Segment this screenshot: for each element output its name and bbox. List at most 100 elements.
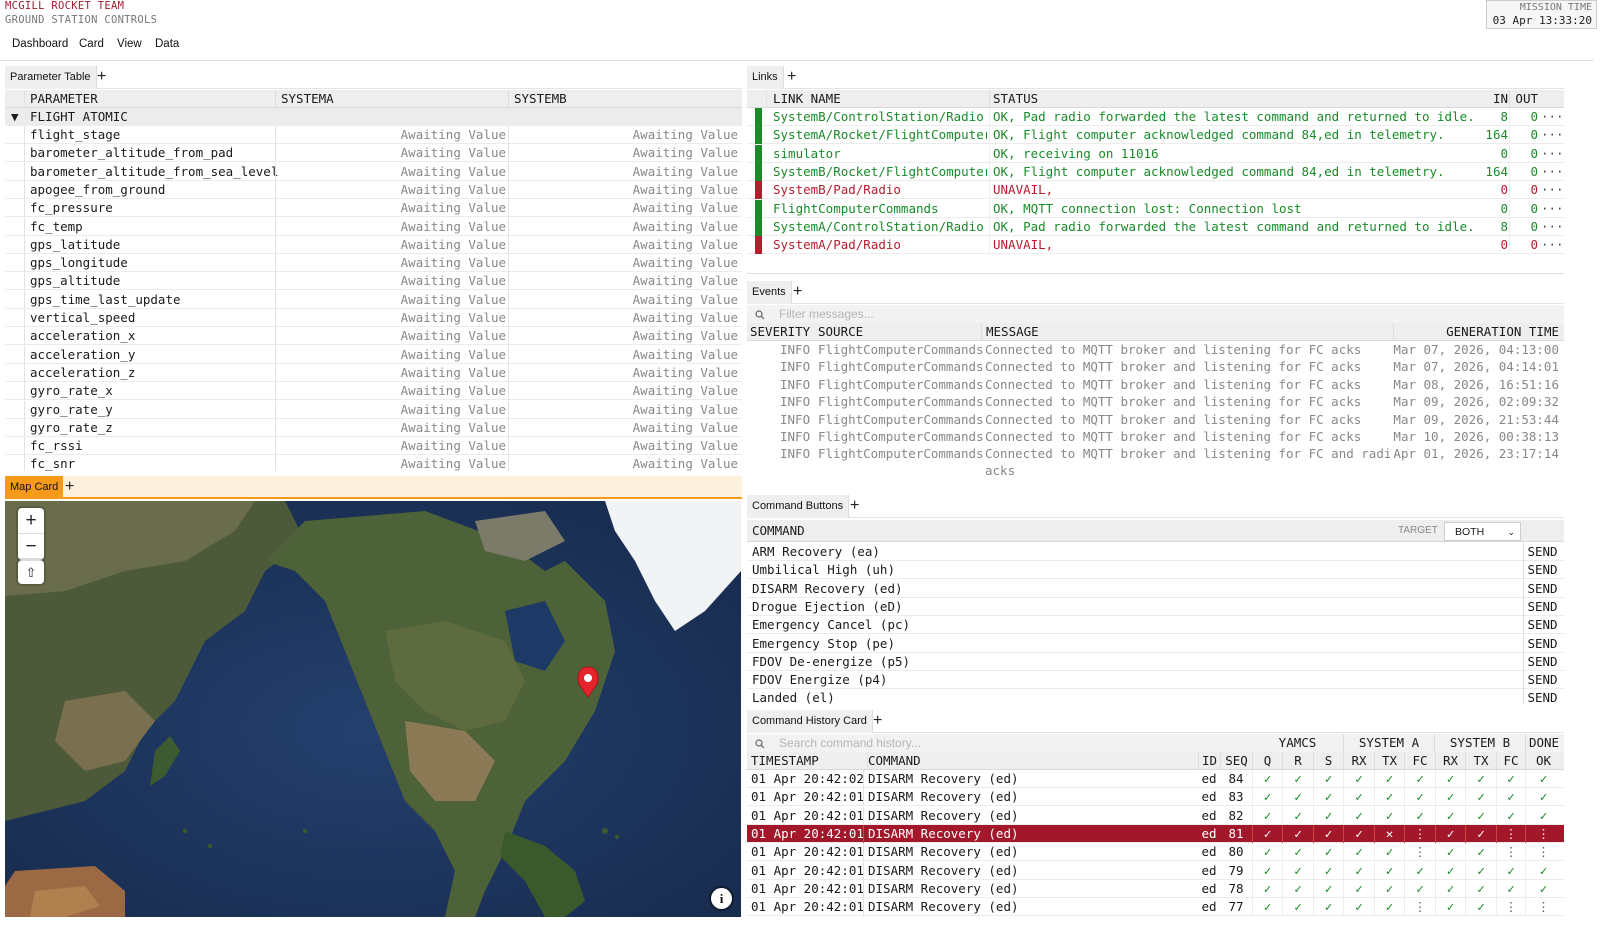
send-button[interactable]: SEND xyxy=(1523,652,1561,671)
table-row[interactable]: 01 Apr 20:42:01 DISARM Recovery (ed) ed 77 ✓… xyxy=(747,898,1564,917)
event-severity: INFO xyxy=(780,342,811,357)
table-row[interactable]: INFO FlightComputerCommands Connected to M… xyxy=(747,428,1564,445)
tab-command-history[interactable]: Command History Card xyxy=(747,710,873,733)
history-search-input[interactable]: Search command history... xyxy=(779,734,921,753)
table-row[interactable]: SystemB/Rocket/FlightComputer OK, Flight … xyxy=(747,162,1564,181)
search-icon xyxy=(755,310,765,320)
more-icon[interactable]: ··· xyxy=(1541,181,1561,199)
check-icon: ✓ xyxy=(1252,824,1282,843)
more-icon[interactable]: ··· xyxy=(1541,200,1561,218)
menu-view[interactable]: View xyxy=(117,38,142,50)
send-button[interactable]: SEND xyxy=(1523,561,1561,580)
table-row[interactable]: fc_temp Awaiting Value Awaiting Value xyxy=(5,217,742,236)
event-severity: INFO xyxy=(780,394,811,410)
table-row[interactable]: INFO FlightComputerCommands Connected to M… xyxy=(747,376,1564,393)
table-row[interactable]: gyro_rate_x Awaiting Value Awaiting Value xyxy=(5,382,742,401)
table-row[interactable]: acceleration_z Awaiting Value Awaiting Val… xyxy=(5,363,742,382)
table-row[interactable]: SystemA/Rocket/FlightComputer OK, Flight … xyxy=(747,126,1564,145)
more-icon[interactable]: ··· xyxy=(1541,236,1561,254)
menu-card[interactable]: Card xyxy=(79,38,104,50)
table-row[interactable]: SystemA/Pad/RadioUNAVAIL,00··· xyxy=(747,236,1564,255)
send-button[interactable]: SEND xyxy=(1523,543,1561,561)
collapse-arrow-icon[interactable]: ▼ xyxy=(11,108,19,126)
table-row[interactable]: fc_snr Awaiting Value Awaiting Value xyxy=(5,455,742,471)
table-row[interactable]: 01 Apr 20:42:01 DISARM Recovery (ed) ed 80 ✓… xyxy=(747,843,1564,862)
zoom-in-button[interactable]: + xyxy=(18,508,44,534)
table-row[interactable]: flight_stage Awaiting Value Awaiting Value xyxy=(5,126,742,144)
table-row[interactable]: fc_rssi Awaiting Value Awaiting Value xyxy=(5,437,742,456)
group-row[interactable]: ▼ FLIGHT ATOMIC xyxy=(5,108,742,126)
menu-dashboard[interactable]: Dashboard xyxy=(12,38,68,50)
events-filter[interactable]: Filter messages... xyxy=(747,305,1564,324)
send-button[interactable]: SEND xyxy=(1523,597,1561,616)
table-row[interactable]: gps_altitude Awaiting Value Awaiting Value xyxy=(5,272,742,291)
table-row[interactable]: SystemA/ControlStation/Radio OK, Pad radi… xyxy=(747,217,1564,236)
table-row[interactable]: INFO FlightComputerCommands Connected to M… xyxy=(747,358,1564,375)
zoom-out-button[interactable]: − xyxy=(18,534,44,560)
table-row[interactable]: gps_time_last_update Awaiting Value Awaiti… xyxy=(5,290,742,309)
more-icon[interactable]: ··· xyxy=(1541,163,1561,181)
tab-links[interactable]: Links xyxy=(747,66,784,89)
table-row[interactable]: 01 Apr 20:42:01 DISARM Recovery (ed) ed 81 ✓… xyxy=(747,824,1564,843)
send-button[interactable]: SEND xyxy=(1523,579,1561,598)
check-icon: ✓ xyxy=(1252,898,1282,917)
send-button[interactable]: SEND xyxy=(1523,634,1561,653)
tab-parameter-table[interactable]: Parameter Table xyxy=(5,66,97,89)
table-row[interactable]: acceleration_x Awaiting Value Awaiting Val… xyxy=(5,327,742,346)
command-name: Landed (el) xyxy=(752,690,835,704)
systema-value: Awaiting Value xyxy=(275,290,506,309)
more-icon[interactable]: ··· xyxy=(1541,108,1561,126)
table-row[interactable]: INFO FlightComputerCommands Connected to M… xyxy=(747,411,1564,428)
tab-command-buttons[interactable]: Command Buttons xyxy=(747,495,850,518)
more-icon[interactable]: ··· xyxy=(1541,126,1561,144)
table-row[interactable]: fc_pressure Awaiting Value Awaiting Value xyxy=(5,199,742,218)
table-row[interactable]: FlightComputerCommands OK, MQTT connectio… xyxy=(747,199,1564,218)
more-icon[interactable]: ··· xyxy=(1541,218,1561,236)
add-tab-icon[interactable]: + xyxy=(97,66,106,89)
add-tab-icon[interactable]: + xyxy=(873,710,882,733)
tab-events[interactable]: Events xyxy=(747,281,792,304)
info-icon[interactable]: i xyxy=(711,888,732,909)
check-icon: ✓ xyxy=(1525,861,1561,880)
send-button[interactable]: SEND xyxy=(1523,689,1561,704)
add-tab-icon[interactable]: + xyxy=(793,281,802,304)
table-row[interactable]: INFO FlightComputerCommands Connected to M… xyxy=(747,393,1564,410)
target-select[interactable]: BOTH ⌄ xyxy=(1444,522,1521,541)
table-row[interactable]: INFO FlightComputerCommands Connected to M… xyxy=(747,445,1564,480)
parameter-table: PARAMETER SYSTEMA SYSTEMB ▼ FLIGHT ATOMI… xyxy=(5,90,742,471)
add-tab-icon[interactable]: + xyxy=(787,66,796,89)
events-filter-input[interactable]: Filter messages... xyxy=(779,305,874,324)
tab-map-card[interactable]: Map Card xyxy=(5,476,64,499)
table-row[interactable]: 01 Apr 20:42:01 DISARM Recovery (ed) ed 79 ✓… xyxy=(747,861,1564,880)
table-row[interactable]: vertical_speed Awaiting Value Awaiting Val… xyxy=(5,309,742,327)
table-row[interactable]: gyro_rate_z Awaiting Value Awaiting Value xyxy=(5,418,742,437)
table-row[interactable]: gps_longitude Awaiting Value Awaiting Valu… xyxy=(5,254,742,273)
pending-icon: ⋮ xyxy=(1496,843,1525,862)
compass-icon[interactable]: ⇧ xyxy=(18,561,44,585)
table-row[interactable]: 01 Apr 20:42:02 DISARM Recovery (ed) ed 84 ✓… xyxy=(747,770,1564,788)
table-row[interactable]: 01 Apr 20:42:01 DISARM Recovery (ed) ed 83 ✓… xyxy=(747,788,1564,807)
menu-data[interactable]: Data xyxy=(155,38,179,50)
col-ok: OK xyxy=(1525,752,1561,770)
table-row[interactable]: SystemB/Pad/RadioUNAVAIL,00··· xyxy=(747,181,1564,200)
map-view[interactable]: + − ⇧ i xyxy=(5,501,741,917)
history-search[interactable]: Search command history... xyxy=(747,734,1252,753)
table-row[interactable]: 01 Apr 20:42:01 DISARM Recovery (ed) ed 78 ✓… xyxy=(747,879,1564,898)
send-button[interactable]: SEND xyxy=(1523,616,1561,635)
table-row[interactable]: simulatorOK, receiving on 1101600··· xyxy=(747,144,1564,163)
table-row[interactable]: 01 Apr 20:42:01 DISARM Recovery (ed) ed 82 ✓… xyxy=(747,806,1564,825)
table-row[interactable]: gps_latitude Awaiting Value Awaiting Value xyxy=(5,235,742,254)
table-row[interactable]: SystemB/ControlStation/Radio OK, Pad radi… xyxy=(747,108,1564,126)
table-row[interactable]: barometer_altitude_from_sea_level Awaitin… xyxy=(5,162,742,181)
send-button[interactable]: SEND xyxy=(1523,671,1561,690)
table-row[interactable]: acceleration_y Awaiting Value Awaiting Val… xyxy=(5,345,742,364)
add-tab-icon[interactable]: + xyxy=(65,476,74,499)
satellite-map[interactable] xyxy=(5,501,741,917)
table-row[interactable]: gyro_rate_y Awaiting Value Awaiting Value xyxy=(5,400,742,419)
table-row[interactable]: apogee_from_ground Awaiting Value Awaiting… xyxy=(5,180,742,199)
more-icon[interactable]: ··· xyxy=(1541,145,1561,163)
check-icon: ✓ xyxy=(1252,770,1282,788)
add-tab-icon[interactable]: + xyxy=(850,495,859,518)
table-row[interactable]: INFO FlightComputerCommands Connected to M… xyxy=(747,341,1564,358)
table-row[interactable]: barometer_altitude_from_pad Awaiting Valu… xyxy=(5,144,742,163)
